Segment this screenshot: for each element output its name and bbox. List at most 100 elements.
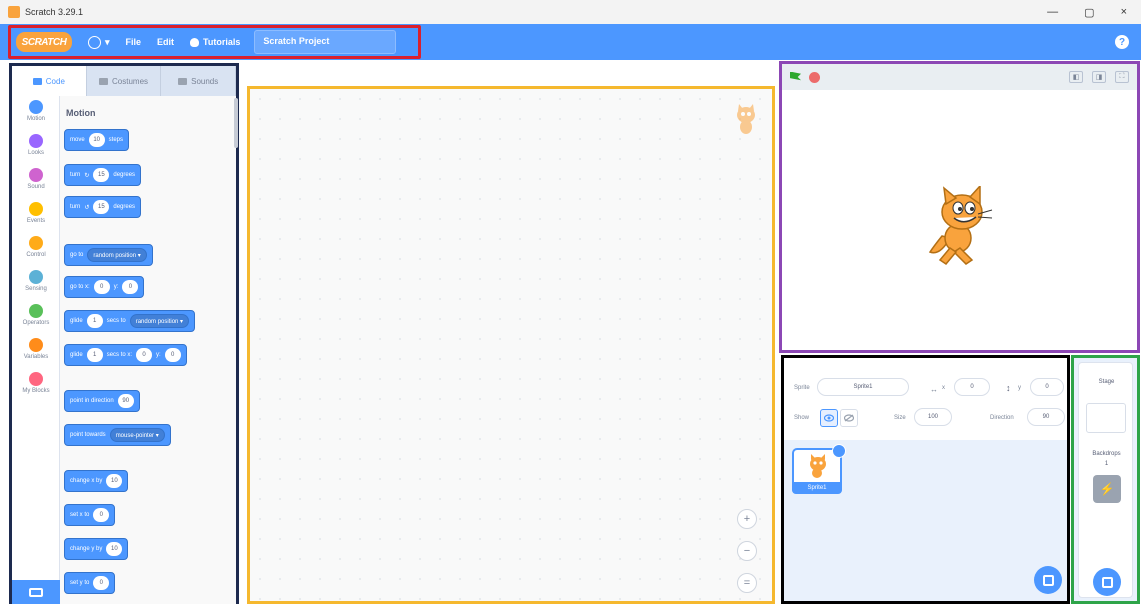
block-input[interactable]: 0 <box>122 280 139 294</box>
block-change-y[interactable]: change y by 10 <box>64 538 129 560</box>
eye-slash-icon <box>844 414 854 422</box>
extension-icon <box>29 587 43 597</box>
block-input[interactable]: 10 <box>88 133 105 147</box>
category-variables[interactable]: Variables <box>12 338 60 360</box>
category-motion[interactable]: Motion <box>12 100 60 122</box>
block-input[interactable]: 0 <box>93 508 110 522</box>
block-input[interactable]: 90 <box>117 394 134 408</box>
block-input[interactable]: 0 <box>93 576 110 590</box>
block-point-towards[interactable]: point towards mouse-pointer ▾ <box>64 424 171 446</box>
tab-costumes[interactable]: Costumes <box>86 66 162 96</box>
block-input[interactable]: 15 <box>93 200 110 214</box>
direction-input[interactable]: 90 <box>1027 408 1065 426</box>
category-sound[interactable]: Sound <box>12 168 60 190</box>
block-input[interactable]: 1 <box>86 348 103 362</box>
category-dot-icon <box>29 168 43 182</box>
small-stage-button[interactable]: ◧ <box>1069 71 1083 83</box>
stop-icon[interactable] <box>809 71 820 83</box>
backdrop-paint-icon: ⚡ <box>1093 475 1121 503</box>
zoom-out-button[interactable]: − <box>737 541 757 561</box>
show-hidden-button[interactable] <box>840 409 858 427</box>
block-input[interactable]: 1 <box>86 314 103 328</box>
palette-section-title: Motion <box>66 108 96 118</box>
block-change-x[interactable]: change x by 10 <box>64 470 129 492</box>
choose-backdrop-button[interactable] <box>1093 568 1121 596</box>
size-input[interactable]: 100 <box>914 408 952 426</box>
y-arrow-icon: ↕ <box>1006 383 1011 393</box>
category-operators[interactable]: Operators <box>12 304 60 326</box>
sprite-pane: Sprite Sprite1 ↔ x 0 ↕ y 0 Show Size 100… <box>781 355 1070 604</box>
tab-sounds-label: Sounds <box>191 76 219 86</box>
large-stage-button[interactable]: ◨ <box>1092 71 1106 83</box>
stage-toolbar: ◧ ◨ ⛶ <box>782 64 1137 90</box>
y-position-input[interactable]: 0 <box>1030 378 1064 396</box>
green-flag-icon[interactable] <box>790 71 801 81</box>
show-label: Show <box>794 415 810 421</box>
zoom-reset-button[interactable]: = <box>737 573 757 593</box>
close-window-button[interactable]: × <box>1121 6 1127 19</box>
sprite-name-input[interactable]: Sprite1 <box>817 378 909 396</box>
tab-code-label: Code <box>45 76 65 86</box>
block-go-to[interactable]: go to random position ▾ <box>64 244 153 266</box>
sprite-tile-name: Sprite1 <box>792 482 842 494</box>
backdrop-thumbnail <box>1086 403 1126 433</box>
block-set-y[interactable]: set y to 0 <box>64 572 116 594</box>
category-events[interactable]: Events <box>12 202 60 224</box>
tab-code[interactable]: Code <box>12 66 87 96</box>
category-dot-icon <box>29 372 43 386</box>
block-glide-to-xy[interactable]: glide 1 secs to x: 0 y: 0 <box>64 344 187 366</box>
category-looks[interactable]: Looks <box>12 134 60 156</box>
block-glide-to[interactable]: glide 1 secs to random position ▾ <box>64 310 196 332</box>
block-input[interactable]: 15 <box>93 168 110 182</box>
restore-button[interactable]: ▢ <box>1084 6 1094 19</box>
block-input[interactable]: 10 <box>106 542 123 556</box>
add-extension-button[interactable] <box>12 580 60 604</box>
x-position-input[interactable]: 0 <box>954 378 990 396</box>
block-set-x[interactable]: set x to 0 <box>64 504 116 526</box>
category-dot-icon <box>29 236 43 250</box>
tab-sounds[interactable]: Sounds <box>161 66 237 96</box>
block-move-steps[interactable]: move 10 steps <box>64 129 130 151</box>
help-icon[interactable]: ? <box>1115 35 1129 49</box>
category-dot-icon <box>29 100 43 114</box>
block-point-in-direction[interactable]: point in direction 90 <box>64 390 140 412</box>
minimize-button[interactable]: — <box>1047 6 1058 19</box>
block-turn-left[interactable]: turn ↺ 15 degrees <box>64 196 142 218</box>
category-dot-icon <box>29 134 43 148</box>
stage-selector[interactable]: Stage Backdrops 1 ⚡ <box>1078 362 1133 598</box>
show-visible-button[interactable] <box>820 409 838 427</box>
fullscreen-button[interactable]: ⛶ <box>1115 71 1129 83</box>
block-input[interactable]: 0 <box>93 280 110 294</box>
category-sensing[interactable]: Sensing <box>12 270 60 292</box>
block-go-to-xy[interactable]: go to x: 0 y: 0 <box>64 276 145 298</box>
zoom-in-button[interactable]: + <box>737 509 757 529</box>
category-dot-icon <box>29 304 43 318</box>
x-label: x <box>942 385 945 391</box>
y-label: y <box>1018 385 1021 391</box>
block-palette: Motion move 10 steps turn ↻ 15 degrees turn ↺ 1… <box>60 96 236 604</box>
block-input[interactable]: 0 <box>164 348 181 362</box>
category-dot-icon <box>29 270 43 284</box>
block-turn-right[interactable]: turn ↻ 15 degrees <box>64 164 142 186</box>
sprite-tile[interactable]: Sprite1 <box>792 444 846 494</box>
block-dropdown[interactable]: mouse-pointer ▾ <box>109 428 165 442</box>
palette-scrollbar[interactable] <box>234 98 238 148</box>
block-input[interactable]: 0 <box>136 348 153 362</box>
speaker-icon <box>178 77 188 85</box>
block-dropdown[interactable]: random position ▾ <box>129 314 190 328</box>
category-my-blocks[interactable]: My Blocks <box>12 372 60 394</box>
menu-highlight-box <box>8 25 421 59</box>
size-label: Size <box>894 415 906 421</box>
backdrop-add-icon <box>1101 576 1113 588</box>
block-input[interactable]: 10 <box>106 474 123 488</box>
tab-costumes-label: Costumes <box>112 76 149 86</box>
category-menu: Motion Looks Sound Events Control Sensin… <box>12 96 60 580</box>
brush-icon <box>99 77 108 85</box>
script-area[interactable]: + − = <box>247 86 775 604</box>
cat-sprite-on-stage[interactable] <box>920 186 1002 268</box>
delete-sprite-icon[interactable] <box>832 444 846 458</box>
block-dropdown[interactable]: random position ▾ <box>87 248 147 262</box>
category-control[interactable]: Control <box>12 236 60 258</box>
choose-sprite-button[interactable] <box>1034 566 1062 594</box>
window-titlebar: Scratch 3.29.1 — ▢ × <box>0 0 1141 24</box>
